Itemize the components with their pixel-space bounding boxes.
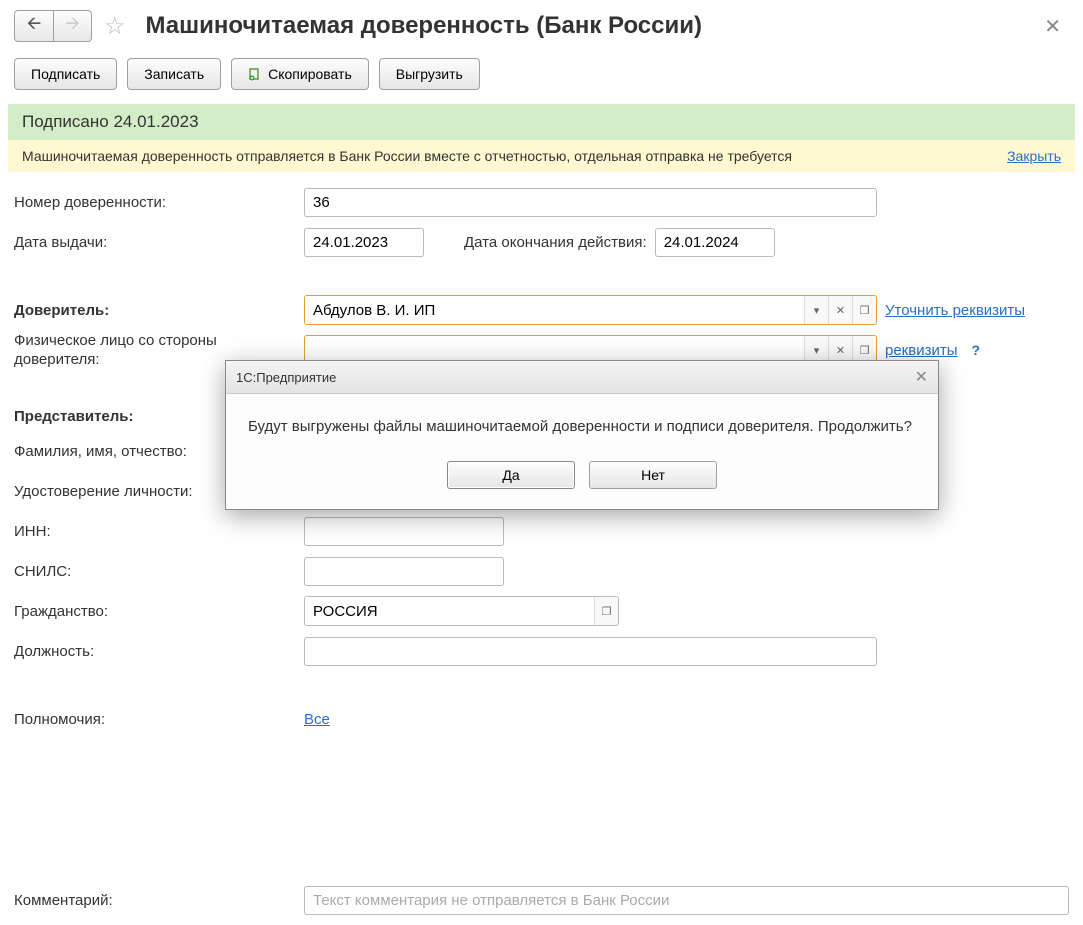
- refine-person-link[interactable]: реквизиты: [885, 342, 958, 359]
- dialog-close-icon[interactable]: ✕: [915, 367, 928, 387]
- copy-button-label: Скопировать: [268, 66, 352, 82]
- help-icon[interactable]: ?: [972, 342, 981, 358]
- close-icon[interactable]: ✕: [1036, 14, 1069, 39]
- powers-link[interactable]: Все: [304, 711, 330, 728]
- inn-input[interactable]: [304, 517, 504, 546]
- info-close-link[interactable]: Закрыть: [1007, 148, 1061, 164]
- label-principal: Доверитель:: [14, 302, 304, 319]
- nav-forward-button[interactable]: 🡪: [53, 11, 91, 41]
- dropdown-icon[interactable]: ▾: [804, 296, 828, 324]
- issue-date-input[interactable]: [304, 228, 424, 257]
- principal-lookup[interactable]: ▾ ✕ ❐: [304, 295, 877, 325]
- info-text: Машиночитаемая доверенность отправляется…: [22, 148, 792, 164]
- dialog-yes-button[interactable]: Да: [447, 461, 575, 489]
- nav-back-button[interactable]: 🡨: [15, 11, 53, 41]
- citizenship-input[interactable]: [305, 597, 594, 625]
- end-date-input[interactable]: [655, 228, 775, 257]
- label-issue-date: Дата выдачи:: [14, 234, 304, 251]
- label-comment: Комментарий:: [14, 892, 304, 909]
- label-end-date: Дата окончания действия:: [464, 234, 647, 251]
- label-powers: Полномочия:: [14, 711, 304, 728]
- confirm-dialog: 1С:Предприятие ✕ Будут выгружены файлы м…: [225, 360, 939, 510]
- snils-input[interactable]: [304, 557, 504, 586]
- refine-principal-link[interactable]: Уточнить реквизиты: [885, 302, 1025, 319]
- principal-input[interactable]: [305, 296, 804, 324]
- sign-button[interactable]: Подписать: [14, 58, 117, 90]
- label-position: Должность:: [14, 643, 304, 660]
- label-number: Номер доверенности:: [14, 194, 304, 211]
- info-bar: Машиночитаемая доверенность отправляется…: [8, 140, 1075, 172]
- status-bar: Подписано 24.01.2023: [8, 104, 1075, 140]
- clear-icon[interactable]: ✕: [828, 296, 852, 324]
- star-icon[interactable]: ☆: [104, 12, 126, 41]
- export-button[interactable]: Выгрузить: [379, 58, 480, 90]
- label-inn: ИНН:: [14, 523, 304, 540]
- dialog-message: Будут выгружены файлы машиночитаемой дов…: [248, 418, 916, 435]
- comment-input[interactable]: [304, 886, 1069, 915]
- citizenship-lookup[interactable]: ❐: [304, 596, 619, 626]
- open-icon[interactable]: ❐: [594, 597, 618, 625]
- copy-icon: [248, 67, 262, 81]
- save-button[interactable]: Записать: [127, 58, 221, 90]
- open-icon[interactable]: ❐: [852, 296, 876, 324]
- label-citizenship: Гражданство:: [14, 603, 304, 620]
- number-input[interactable]: [304, 188, 877, 217]
- label-snils: СНИЛС:: [14, 563, 304, 580]
- copy-button[interactable]: Скопировать: [231, 58, 369, 90]
- page-title: Машиночитаемая доверенность (Банк России…: [146, 12, 1033, 40]
- dialog-title: 1С:Предприятие: [236, 370, 336, 385]
- position-input[interactable]: [304, 637, 877, 666]
- dialog-no-button[interactable]: Нет: [589, 461, 717, 489]
